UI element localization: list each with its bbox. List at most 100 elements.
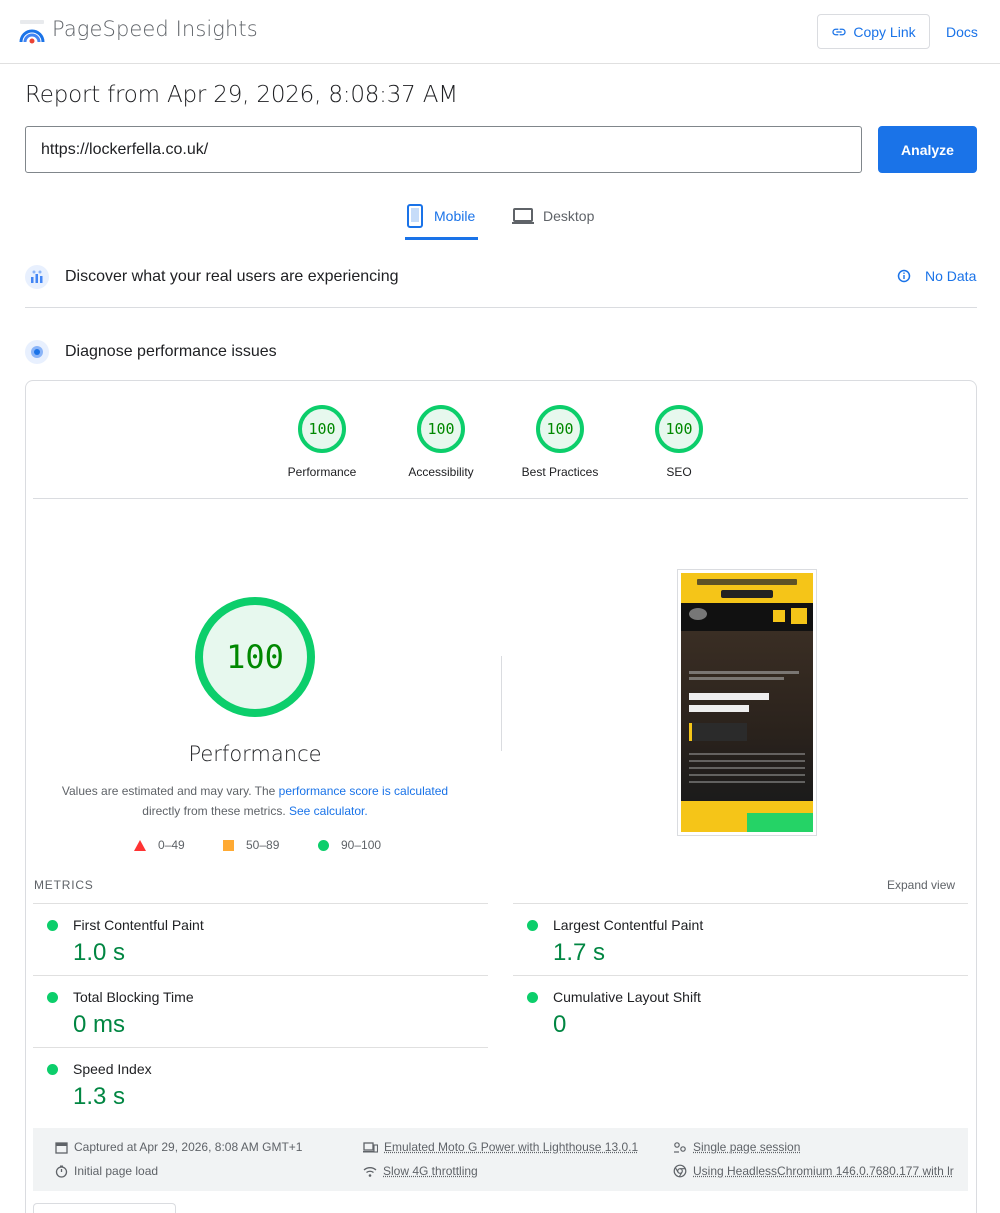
- users-chart-icon: [25, 265, 49, 289]
- calendar-icon: [55, 1141, 68, 1154]
- note-mid: directly from these metrics.: [142, 804, 289, 818]
- signal-icon: [363, 1166, 377, 1177]
- diagnose-section: Diagnose performance issues: [25, 337, 977, 367]
- score-label: Performance: [287, 465, 357, 479]
- copy-link-label: Copy Link: [853, 23, 916, 40]
- tab-mobile-label: Mobile: [434, 208, 476, 224]
- section-divider: [25, 307, 977, 308]
- metric-value: 1.3 s: [73, 1083, 126, 1110]
- metric-name: Cumulative Layout Shift: [553, 989, 701, 1005]
- metric-value: 0: [553, 1011, 567, 1038]
- throttling-info[interactable]: Slow 4G throttling: [363, 1164, 478, 1178]
- view-treemap-button[interactable]: [33, 1203, 176, 1213]
- metric-speed-index: Speed Index 1.3 s: [33, 1047, 488, 1119]
- score-calculated-link[interactable]: performance score is calculated: [279, 784, 448, 798]
- circle-icon: [318, 839, 329, 851]
- browser-text: Using HeadlessChromium 146.0.7680.177 wi…: [693, 1164, 954, 1178]
- score-gauge-performance[interactable]: 100 Performance: [267, 405, 377, 479]
- analyze-button[interactable]: Analyze: [878, 126, 977, 173]
- legend-range: 50–89: [246, 838, 280, 852]
- link-icon: [832, 28, 847, 35]
- real-users-section: Discover what your real users are experi…: [25, 262, 977, 292]
- people-icon: [674, 1141, 686, 1153]
- metric-name: First Contentful Paint: [73, 917, 204, 933]
- score-value: 100: [536, 405, 584, 453]
- captured-text: Captured at Apr 29, 2026, 8:08 AM GMT+1: [74, 1140, 303, 1154]
- pagespeed-logo-icon: [19, 20, 45, 44]
- top-bar: PageSpeed Insights Copy Link Docs: [0, 0, 1000, 64]
- device-text: Emulated Moto G Power with Lighthouse 13…: [384, 1140, 639, 1154]
- pass-circle-icon: [47, 920, 58, 931]
- docs-link[interactable]: Docs: [946, 24, 978, 40]
- score-value: 100: [298, 405, 346, 453]
- score-gauge-best-practices[interactable]: 100 Best Practices: [505, 405, 615, 479]
- tab-desktop-label: Desktop: [543, 208, 595, 224]
- legend-range: 90–100: [341, 838, 382, 852]
- metric-value: 1.7 s: [553, 939, 606, 966]
- metric-tbt: Total Blocking Time 0 ms: [33, 975, 488, 1047]
- expand-view-toggle[interactable]: Expand view: [887, 878, 955, 892]
- score-value: 100: [417, 405, 465, 453]
- score-gauge-seo[interactable]: 100 SEO: [624, 405, 734, 479]
- performance-label: Performance: [188, 742, 322, 766]
- diagnose-title: Diagnose performance issues: [65, 343, 277, 360]
- metric-fcp: First Contentful Paint 1.0 s: [33, 903, 488, 975]
- chrome-icon: [673, 1164, 687, 1178]
- pass-circle-icon: [47, 992, 58, 1003]
- info-icon: [897, 269, 911, 283]
- final-screenshot: [677, 569, 817, 836]
- vertical-divider: [501, 656, 502, 751]
- captured-info: Captured at Apr 29, 2026, 8:08 AM GMT+1: [55, 1140, 302, 1154]
- legend-range: 0–49: [158, 838, 185, 852]
- score-label: SEO: [666, 465, 692, 479]
- laptop-icon: [512, 208, 534, 224]
- metric-name: Speed Index: [73, 1061, 152, 1077]
- app-title: PageSpeed Insights: [52, 17, 258, 41]
- pass-circle-icon: [527, 992, 538, 1003]
- load-info: Initial page load: [55, 1164, 158, 1178]
- session-text: Single page session: [693, 1140, 801, 1154]
- metric-name: Largest Contentful Paint: [553, 917, 704, 933]
- throttling-text: Slow 4G throttling: [383, 1164, 478, 1178]
- report-title: Report from Apr 29, 2026, 8:08:37 AM: [25, 82, 458, 108]
- run-info-box: Captured at Apr 29, 2026, 8:08 AM GMT+1 …: [33, 1128, 968, 1191]
- smartphone-icon: [407, 204, 423, 228]
- metric-cls: Cumulative Layout Shift 0: [513, 975, 968, 1047]
- score-label: Best Practices: [521, 465, 599, 479]
- no-data-label: No Data: [925, 268, 977, 284]
- device-info[interactable]: Emulated Moto G Power with Lighthouse 13…: [363, 1140, 638, 1154]
- real-users-title: Discover what your real users are experi…: [65, 268, 399, 285]
- metrics-title: METRICS: [34, 878, 94, 892]
- metric-value: 1.0 s: [73, 939, 126, 966]
- metric-lcp: Largest Contentful Paint 1.7 s: [513, 903, 968, 975]
- metric-value: 0 ms: [73, 1011, 126, 1038]
- score-label: Accessibility: [408, 465, 474, 479]
- tab-desktop[interactable]: Desktop: [512, 204, 594, 240]
- tab-mobile[interactable]: Mobile: [405, 204, 478, 240]
- timer-icon: [55, 1165, 68, 1178]
- performance-gauge: 100: [195, 597, 315, 717]
- copy-link-button[interactable]: Copy Link: [817, 14, 930, 49]
- devices-icon: [363, 1141, 378, 1153]
- triangle-icon: [134, 839, 146, 851]
- legend-fail: 0–49: [134, 838, 185, 852]
- pass-circle-icon: [47, 1064, 58, 1075]
- url-input[interactable]: [25, 126, 862, 173]
- square-icon: [223, 839, 234, 851]
- diagnose-icon: [25, 340, 49, 364]
- legend-average: 50–89: [223, 838, 279, 852]
- note-prefix: Values are estimated and may vary. The: [61, 784, 279, 798]
- screenshot-image: [681, 573, 813, 832]
- no-data-status[interactable]: No Data: [897, 268, 976, 284]
- see-calculator-link[interactable]: See calculator.: [289, 804, 368, 818]
- session-info[interactable]: Single page session: [673, 1140, 800, 1154]
- browser-info[interactable]: Using HeadlessChromium 146.0.7680.177 wi…: [673, 1164, 965, 1178]
- score-value: 100: [655, 405, 703, 453]
- pass-circle-icon: [527, 920, 538, 931]
- metric-name: Total Blocking Time: [73, 989, 194, 1005]
- score-note: Values are estimated and may vary. The p…: [55, 781, 455, 821]
- load-text: Initial page load: [74, 1164, 159, 1178]
- scores-divider: [33, 498, 968, 499]
- legend-pass: 90–100: [318, 838, 381, 852]
- score-gauge-accessibility[interactable]: 100 Accessibility: [386, 405, 496, 479]
